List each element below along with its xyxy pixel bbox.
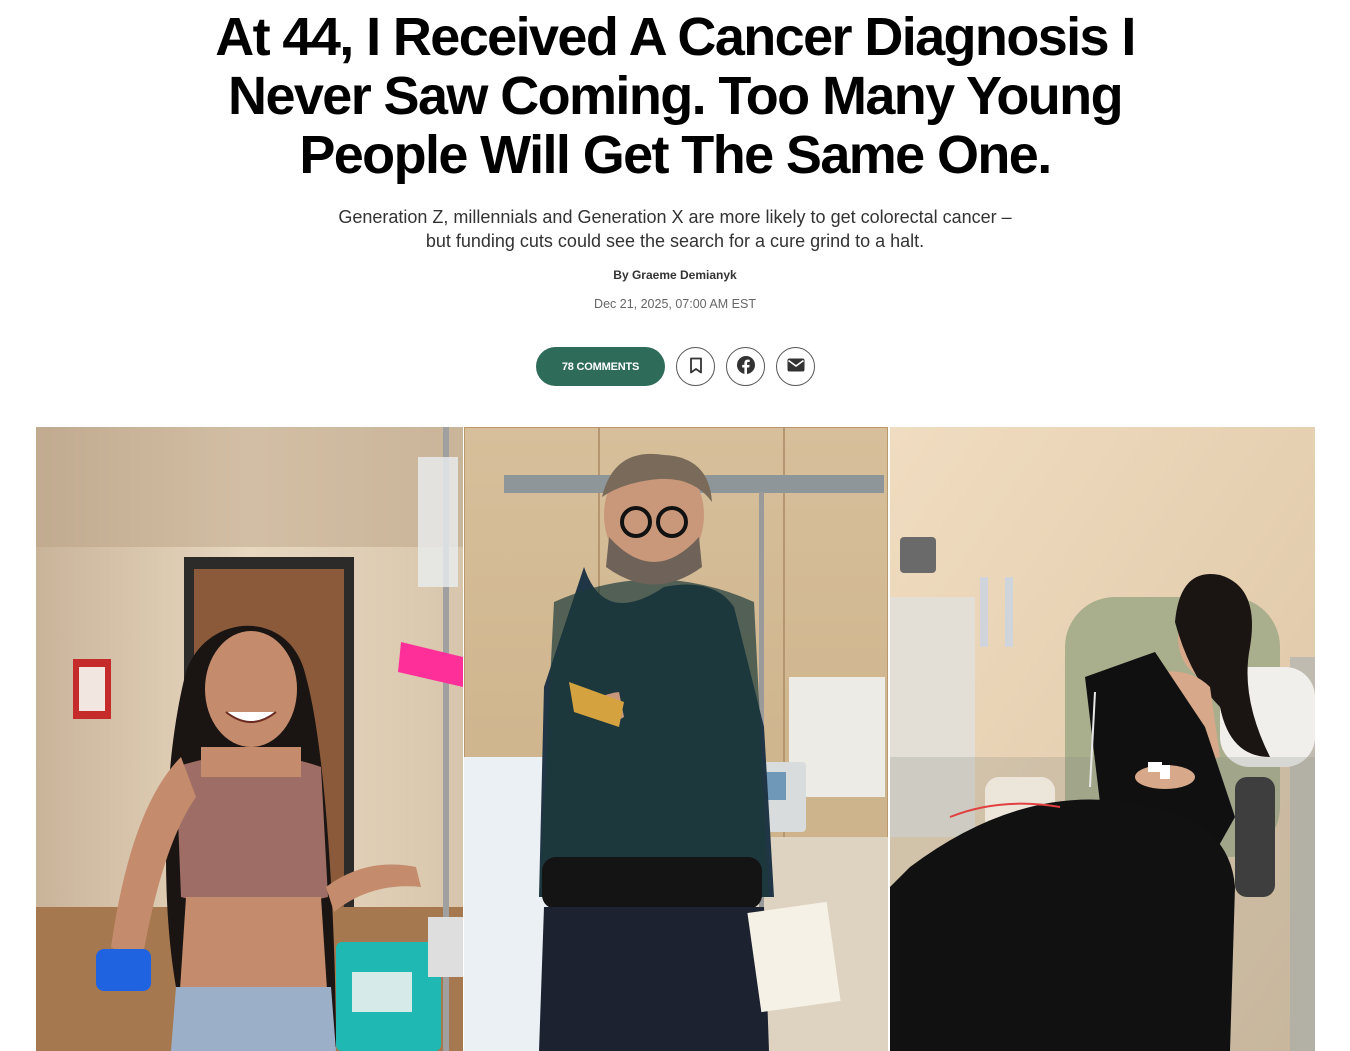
bookmark-button[interactable] — [676, 347, 715, 386]
email-icon — [787, 358, 805, 375]
byline: By Graeme Demianyk — [0, 268, 1350, 282]
author-link[interactable]: Graeme Demianyk — [632, 268, 737, 282]
hero-photo-collage — [36, 427, 1315, 1051]
photo-man-ringing-bell — [464, 427, 888, 1051]
publish-date: Dec 21, 2025, 07:00 AM EST — [594, 297, 756, 311]
byline-prefix: By — [613, 268, 629, 282]
facebook-icon — [736, 355, 756, 378]
article-headline: At 44, I Received A Cancer Diagnosis I N… — [215, 7, 1136, 185]
photo-woman-with-iv-pump — [36, 427, 463, 1051]
comments-label: 78 COMMENTS — [561, 360, 640, 373]
photo-woman-in-infusion-chair — [890, 427, 1315, 1051]
email-share-button[interactable] — [776, 347, 815, 386]
article-dek: Generation Z, millennials and Generation… — [338, 207, 1012, 251]
comments-button[interactable]: 78 COMMENTS — [536, 347, 665, 386]
facebook-share-button[interactable] — [726, 347, 765, 386]
bookmark-icon — [689, 357, 703, 377]
